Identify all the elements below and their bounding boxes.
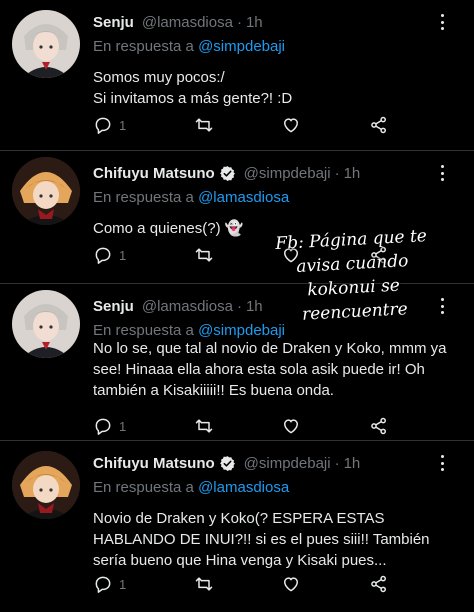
avatar[interactable] (12, 451, 80, 519)
reply-button[interactable]: 1 (93, 416, 126, 436)
tweet-header: Chifuyu Matsuno @simpdebaji · 1h (93, 455, 434, 472)
retweet-icon (195, 419, 213, 433)
tweet-header: Chifuyu Matsuno @simpdebaji · 1h (93, 165, 434, 182)
tweet[interactable]: Chifuyu Matsuno @simpdebaji · 1h En resp… (0, 441, 474, 612)
share-icon (371, 417, 386, 435)
verified-badge-icon (219, 166, 235, 181)
separator-dot: · (236, 298, 242, 315)
share-button[interactable] (369, 115, 389, 135)
like-button[interactable] (281, 574, 301, 594)
display-name[interactable]: Chifuyu Matsuno (93, 165, 215, 182)
display-name[interactable]: Senju (93, 298, 134, 315)
heart-icon (284, 419, 299, 434)
reply-context: En respuesta a @lamasdiosa (93, 189, 289, 206)
retweet-icon (195, 577, 213, 591)
reply-icon (95, 247, 111, 264)
tweet[interactable]: Senju @lamasdiosa · 1h En respuesta a @s… (0, 0, 474, 150)
reply-count: 1 (119, 117, 127, 133)
retweet-icon (195, 118, 213, 132)
reply-prefix: En respuesta a (93, 38, 194, 55)
tweet-actions: 1 (93, 572, 389, 596)
reply-to-link[interactable]: @lamasdiosa (198, 479, 289, 496)
separator-dot: · (334, 165, 340, 182)
user-handle[interactable]: @simpdebaji (244, 165, 331, 182)
retweet-button[interactable] (194, 416, 214, 436)
user-handle[interactable]: @simpdebaji (244, 455, 331, 472)
share-button[interactable] (369, 416, 389, 436)
reply-icon (95, 117, 111, 134)
reply-to-link[interactable]: @simpdebaji (198, 38, 285, 55)
reply-count: 1 (119, 576, 127, 592)
timestamp[interactable]: 1h (246, 298, 263, 315)
share-icon (371, 116, 386, 134)
like-button[interactable] (281, 115, 301, 135)
retweet-icon (195, 248, 213, 262)
user-handle[interactable]: @lamasdiosa (142, 14, 233, 31)
avatar[interactable] (12, 10, 80, 78)
more-options-icon[interactable] (432, 14, 452, 30)
tweet-text: No lo se, que tal al novio de Draken y K… (93, 340, 447, 399)
tweet-actions: 1 (93, 113, 389, 137)
reply-to-link[interactable]: @lamasdiosa (198, 189, 289, 206)
reply-icon (95, 418, 111, 435)
user-handle[interactable]: @lamasdiosa (142, 298, 233, 315)
reply-context: En respuesta a @simpdebaji (93, 38, 285, 55)
heart-icon (284, 577, 299, 592)
retweet-button[interactable] (194, 574, 214, 594)
display-name[interactable]: Senju (93, 14, 134, 31)
reply-context: En respuesta a @simpdebaji (93, 322, 285, 339)
reply-button[interactable]: 1 (93, 574, 126, 594)
retweet-button[interactable] (194, 115, 214, 135)
reply-button[interactable]: 1 (93, 245, 126, 265)
heart-icon (284, 118, 299, 133)
tweet-actions: 1 (93, 414, 389, 438)
reply-count: 1 (119, 247, 127, 263)
separator-dot: · (334, 455, 340, 472)
tweet-header: Senju @lamasdiosa · 1h (93, 14, 434, 31)
more-options-icon[interactable] (432, 165, 452, 181)
tweet-text: Novio de Draken y Koko(? ESPERA ESTAS HA… (93, 510, 430, 569)
reply-icon (95, 576, 111, 593)
tweet-text: Somos muy pocos:/ Si invitamos a más gen… (93, 69, 293, 107)
reply-context: En respuesta a @lamasdiosa (93, 479, 289, 496)
like-button[interactable] (281, 416, 301, 436)
more-options-icon[interactable] (432, 455, 452, 471)
share-button[interactable] (369, 574, 389, 594)
separator-dot: · (236, 14, 242, 31)
reply-button[interactable]: 1 (93, 115, 126, 135)
reply-prefix: En respuesta a (93, 189, 194, 206)
retweet-button[interactable] (194, 245, 214, 265)
share-icon (371, 575, 386, 593)
timestamp[interactable]: 1h (246, 14, 263, 31)
reply-count: 1 (119, 418, 127, 434)
reply-prefix: En respuesta a (93, 479, 194, 496)
display-name[interactable]: Chifuyu Matsuno (93, 455, 215, 472)
timestamp[interactable]: 1h (344, 165, 361, 182)
watermark-overlay-text: Fb: Página que te avisa cuando kokonui s… (274, 226, 428, 325)
timestamp[interactable]: 1h (344, 455, 361, 472)
verified-badge-icon (219, 456, 235, 471)
avatar[interactable] (12, 290, 80, 358)
avatar[interactable] (12, 157, 80, 225)
reply-prefix: En respuesta a (93, 322, 194, 339)
